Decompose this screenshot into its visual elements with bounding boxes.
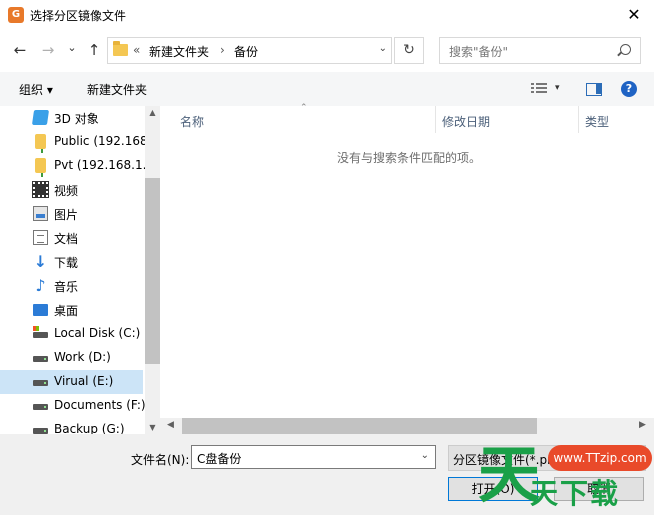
- tree-item-virual-e[interactable]: Virual (E:): [0, 370, 143, 394]
- up-button[interactable]: ↑: [84, 40, 104, 60]
- filename-dropdown-icon[interactable]: ⌄: [421, 450, 429, 461]
- column-type[interactable]: 类型: [585, 113, 609, 130]
- drive-icon: [33, 356, 48, 362]
- tree-item-documents[interactable]: 文档: [0, 226, 143, 250]
- tree-item-pictures[interactable]: 图片: [0, 202, 143, 226]
- view-options-icon[interactable]: [531, 83, 547, 95]
- back-button[interactable]: ←: [10, 40, 30, 60]
- column-date-modified[interactable]: 修改日期: [442, 113, 490, 130]
- title-bar: G 选择分区镜像文件 ✕: [0, 0, 654, 30]
- scroll-right-icon[interactable]: ▶: [639, 420, 646, 430]
- site-watermark: 天 www.TTzip.com 天下载: [470, 438, 654, 515]
- command-bar: 组织 ▾ 新建文件夹 ▾ ?: [0, 72, 654, 106]
- tree-item-label: Pvt (192.168.1.1: [54, 158, 145, 172]
- watermark-url: www.TTzip.com: [548, 445, 652, 471]
- tree-item-3d-objects[interactable]: 3D 对象: [0, 106, 143, 130]
- column-headers: ⌃ 名称 修改日期 类型: [160, 103, 654, 133]
- tree-item-videos[interactable]: 视频: [0, 178, 143, 202]
- refresh-button[interactable]: ↻: [394, 37, 424, 64]
- breadcrumb-item[interactable]: 备份: [234, 43, 258, 60]
- tree-item-local-disk-c[interactable]: Local Disk (C:): [0, 322, 143, 346]
- sort-indicator-icon: ⌃: [300, 103, 308, 113]
- search-placeholder: 搜索"备份": [449, 45, 509, 59]
- tree-item-label: Local Disk (C:): [54, 326, 141, 340]
- watermark-name: 天下载: [530, 477, 621, 510]
- music-icon: ♪: [35, 276, 46, 295]
- tree-item-label: 3D 对象: [54, 112, 99, 126]
- network-folder-icon: [35, 158, 46, 177]
- tree-item-label: 下载: [54, 256, 79, 270]
- navigation-pane-scroll-thumb[interactable]: [145, 178, 160, 364]
- tree-item-desktop[interactable]: 桌面: [0, 298, 143, 322]
- tree-item-work-d[interactable]: Work (D:): [0, 346, 143, 370]
- search-box[interactable]: 搜索"备份": [439, 37, 641, 64]
- tree-item-label: 文档: [54, 232, 79, 246]
- tree-item-label: 音乐: [54, 280, 79, 294]
- filename-value: C盘备份: [197, 452, 242, 466]
- tree-item-label: Work (D:): [54, 350, 111, 364]
- filename-label: 文件名(N):: [131, 453, 190, 467]
- scroll-down-icon[interactable]: ▼: [145, 423, 160, 432]
- file-list-scroll-thumb[interactable]: [182, 418, 537, 434]
- documents-icon: [33, 230, 48, 245]
- recent-locations-button[interactable]: ⌄: [62, 38, 82, 58]
- address-bar[interactable]: « 新建文件夹 › 备份 ⌄: [107, 37, 392, 64]
- column-name[interactable]: 名称: [180, 113, 204, 130]
- navigation-bar: ← → ⌄ ↑ « 新建文件夹 › 备份 ⌄ ↻ 搜索"备份": [0, 30, 654, 72]
- drive-icon: [33, 404, 48, 410]
- tree-item-label: 视频: [54, 184, 79, 198]
- tree-item-label: 桌面: [54, 304, 79, 318]
- network-folder-icon: [35, 134, 46, 153]
- forward-button[interactable]: →: [38, 40, 58, 60]
- tree-item-backup-g[interactable]: Backup (G:): [0, 418, 143, 434]
- filename-input[interactable]: C盘备份 ⌄: [191, 445, 436, 469]
- downloads-icon: ↓: [33, 252, 48, 271]
- breadcrumb-item[interactable]: 新建文件夹: [149, 43, 209, 60]
- new-folder-button[interactable]: 新建文件夹: [87, 81, 147, 98]
- tree-item-label: 图片: [54, 208, 79, 222]
- file-open-dialog: G 选择分区镜像文件 ✕ ← → ⌄ ↑ « 新建文件夹 › 备份 ⌄ ↻ 搜索…: [0, 0, 654, 515]
- tree-item-label: Documents (F:): [54, 398, 145, 412]
- breadcrumb-overflow[interactable]: «: [133, 43, 140, 57]
- app-icon: G: [8, 7, 24, 23]
- empty-results-message: 没有与搜索条件匹配的项。: [337, 151, 482, 165]
- tree-item-label: Public (192.168.: [54, 134, 145, 148]
- system-drive-icon: [33, 326, 48, 338]
- drive-icon: [33, 380, 48, 386]
- desktop-icon: [33, 304, 48, 316]
- tree-item-pvt[interactable]: Pvt (192.168.1.1: [0, 154, 145, 178]
- pictures-icon: [33, 206, 48, 221]
- tree-item-music[interactable]: ♪ 音乐: [0, 274, 143, 298]
- column-divider[interactable]: [578, 106, 579, 133]
- breadcrumb-arrow[interactable]: ›: [220, 43, 225, 57]
- help-icon[interactable]: ?: [621, 81, 637, 97]
- scroll-left-icon[interactable]: ◀: [167, 420, 174, 430]
- address-dropdown-icon[interactable]: ⌄: [379, 43, 387, 54]
- tree-item-label: Backup (G:): [54, 422, 125, 434]
- preview-pane-icon[interactable]: [586, 83, 602, 96]
- organize-button[interactable]: 组织 ▾: [19, 81, 53, 98]
- close-button[interactable]: ✕: [614, 0, 654, 30]
- column-divider[interactable]: [435, 106, 436, 133]
- search-icon[interactable]: [620, 44, 631, 55]
- tree-item-label: Virual (E:): [54, 374, 114, 388]
- scroll-up-icon[interactable]: ▲: [145, 108, 160, 117]
- video-icon: [32, 181, 49, 198]
- tree-item-public[interactable]: Public (192.168.: [0, 130, 145, 154]
- view-dropdown-icon[interactable]: ▾: [555, 83, 560, 93]
- navigation-pane: 3D 对象 Public (192.168. Pvt (192.168.1.1 …: [0, 106, 145, 434]
- tree-item-downloads[interactable]: ↓ 下载: [0, 250, 143, 274]
- folder-icon: [113, 41, 128, 56]
- window-title: 选择分区镜像文件: [30, 9, 127, 23]
- 3d-objects-icon: [31, 110, 50, 125]
- tree-item-documents-f[interactable]: Documents (F:): [0, 394, 145, 418]
